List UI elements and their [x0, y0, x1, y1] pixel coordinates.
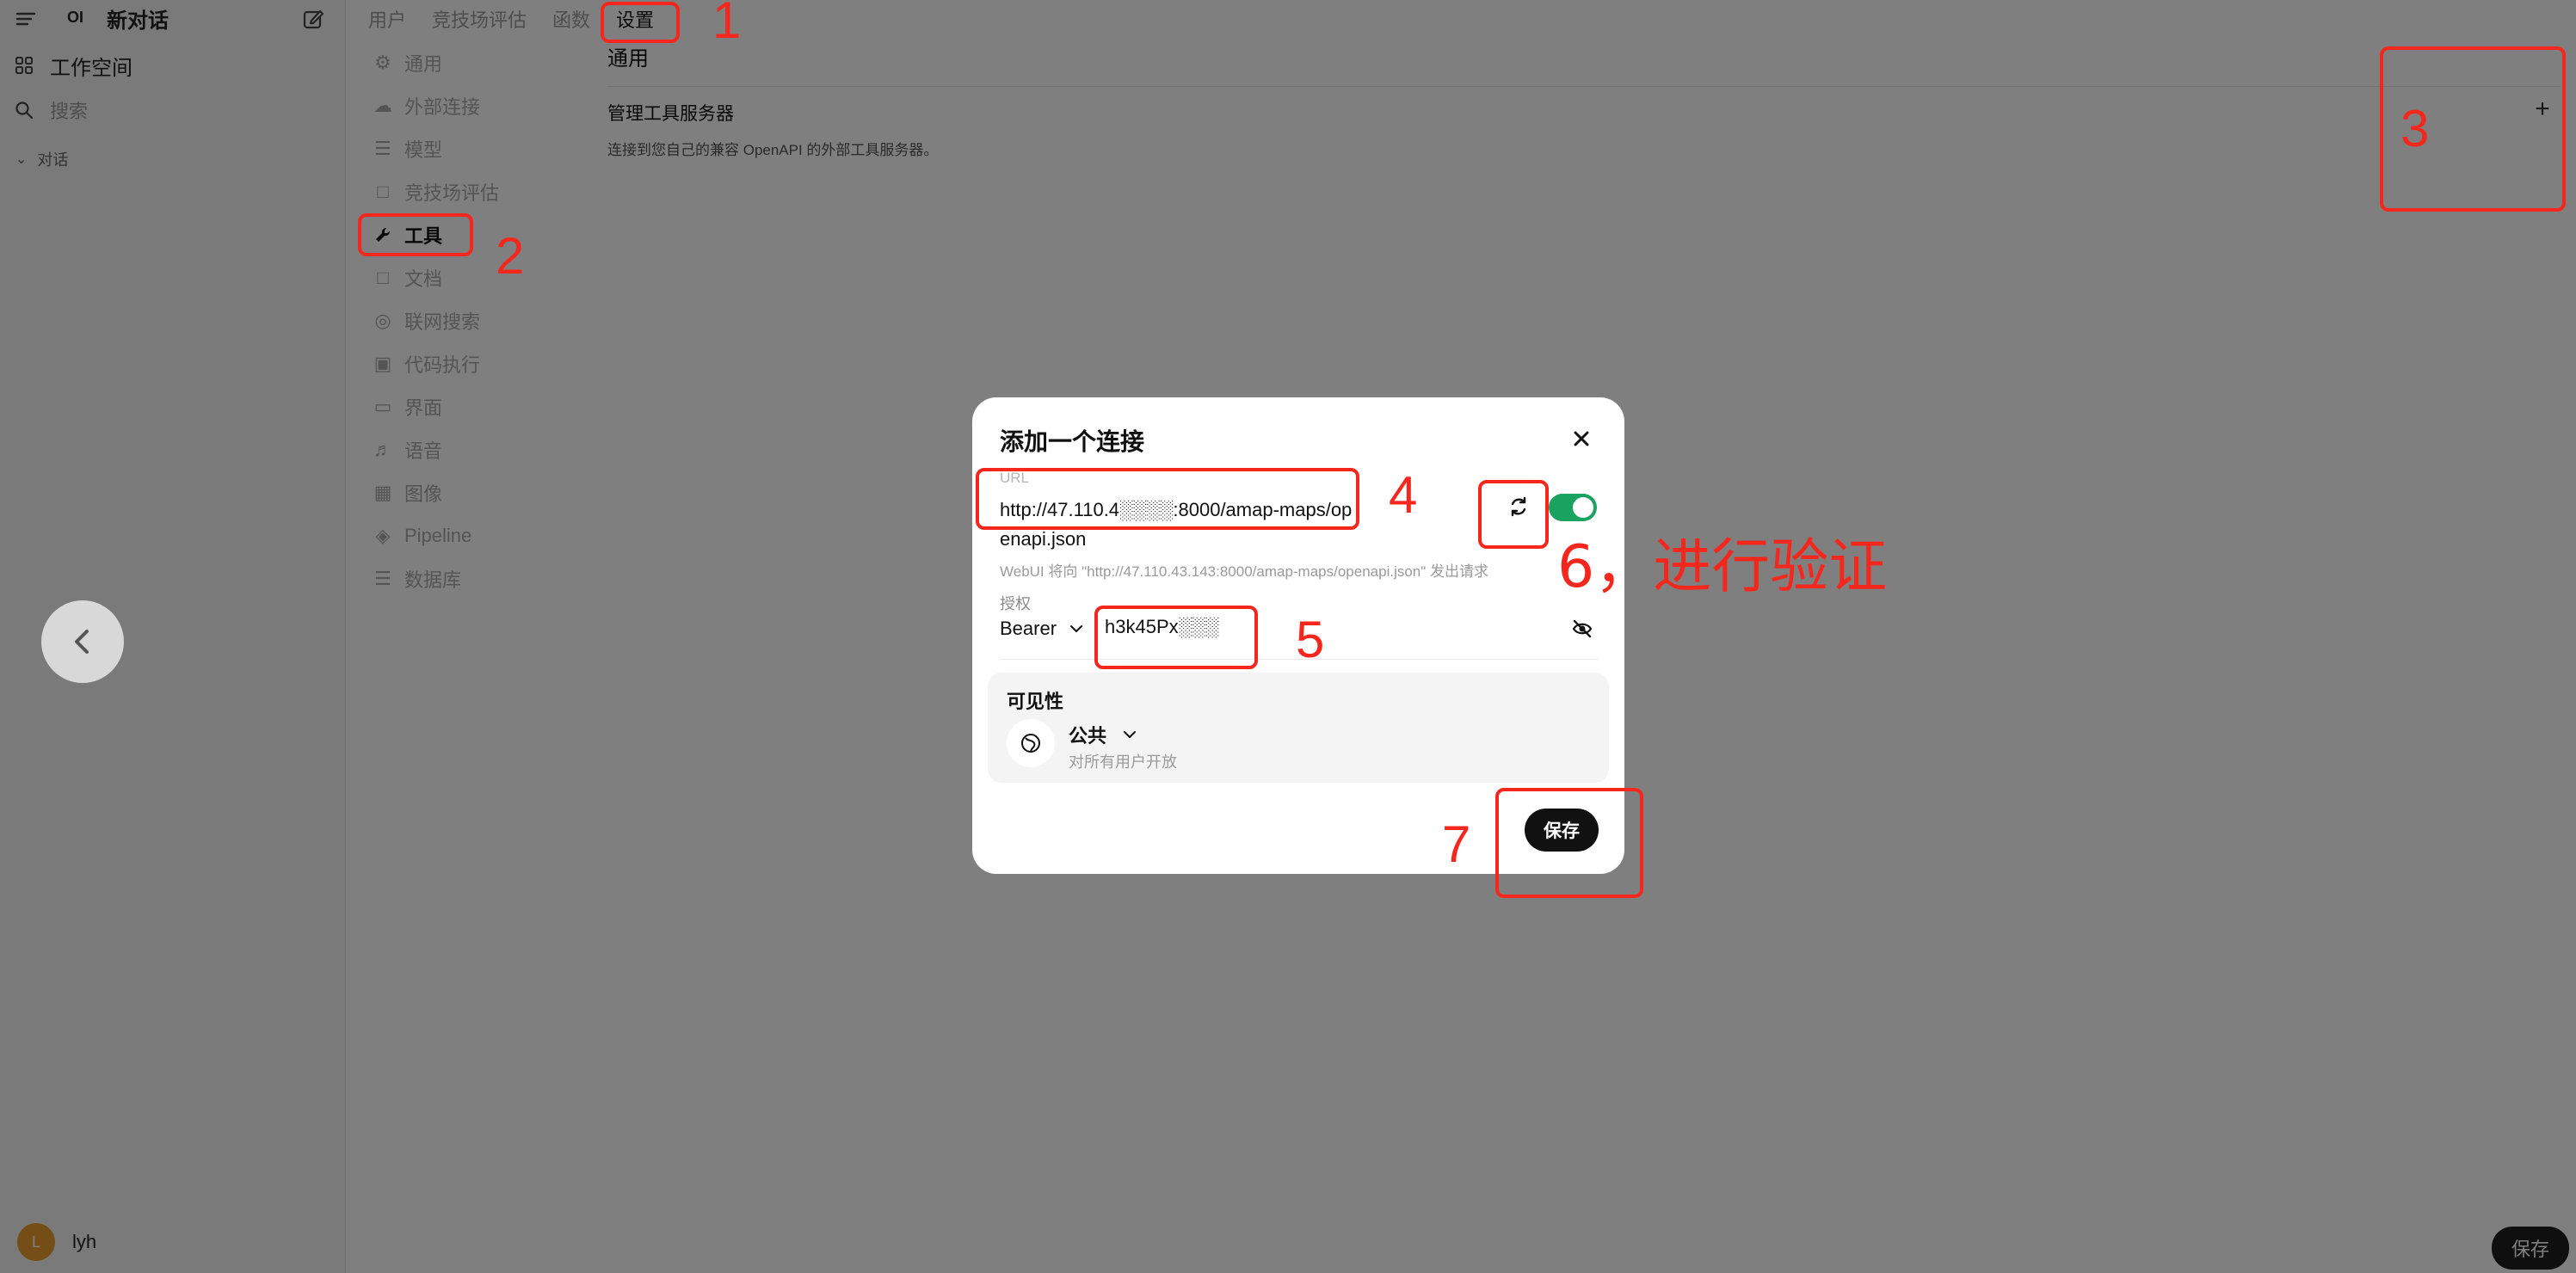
- visibility-select[interactable]: 公共: [1069, 721, 1137, 748]
- annotation-label-1: 1: [712, 0, 742, 49]
- modal-title: 添加一个连接: [1000, 428, 1145, 455]
- annotation-box-7: [1495, 788, 1643, 898]
- auth-type-value: Bearer: [1000, 618, 1057, 639]
- toggle-knob: [1573, 497, 1593, 518]
- annotation-box-2: [358, 213, 473, 256]
- chevron-down-icon: [1070, 625, 1083, 632]
- visibility-section: 可见性 公共 对所有用户开放: [988, 673, 1609, 783]
- annotation-box-1: [601, 2, 680, 43]
- chevron-left-icon: [75, 630, 89, 654]
- close-icon[interactable]: [1569, 427, 1593, 451]
- back-button[interactable]: [41, 600, 124, 683]
- globe-icon: [1007, 719, 1055, 767]
- url-hint: WebUI 将向 "http://47.110.43.143:8000/amap…: [1000, 563, 1489, 580]
- annotation-label-3: 3: [2400, 100, 2430, 157]
- annotation-label-6: 6，进行验证: [1557, 533, 1888, 601]
- annotation-box-5: [1094, 606, 1258, 669]
- auth-type-select[interactable]: Bearer: [1000, 618, 1084, 640]
- eye-off-icon[interactable]: [1571, 618, 1593, 640]
- visibility-description: 对所有用户开放: [1069, 753, 1177, 771]
- annotation-label-5: 5: [1296, 611, 1325, 668]
- annotation-label-7: 7: [1442, 815, 1471, 873]
- visibility-title: 可见性: [1007, 691, 1064, 712]
- chevron-down-icon: [1124, 731, 1137, 738]
- annotation-box-4: [976, 468, 1359, 530]
- visibility-value: 公共: [1069, 725, 1107, 747]
- app-window: OI 新对话 工作空间 搜索 ⌄ 对话: [0, 0, 2576, 1273]
- auth-label: 授权: [1000, 595, 1031, 612]
- annotation-label-4: 4: [1389, 466, 1418, 524]
- enabled-toggle[interactable]: [1549, 494, 1597, 521]
- annotation-label-2: 2: [496, 227, 525, 285]
- annotation-box-6: [1478, 480, 1549, 549]
